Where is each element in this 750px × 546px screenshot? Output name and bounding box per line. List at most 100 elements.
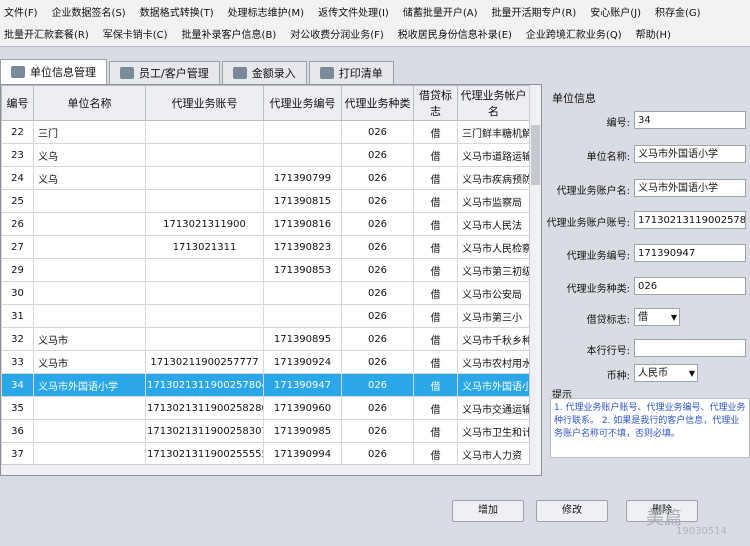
table-cell: 36 — [1, 419, 34, 443]
debit-credit-select[interactable]: 借 ▼ — [634, 308, 680, 326]
table-row[interactable]: 37 1713021311900255555 171390994 026 借义马市人力资 — [1, 442, 530, 466]
menu-item[interactable]: 军保卡销卡(C) — [103, 26, 168, 41]
tab-unit-info[interactable]: 单位信息管理 — [0, 59, 107, 84]
business-code-input[interactable]: 171390947 — [634, 244, 746, 262]
table-cell — [145, 143, 264, 167]
field-label: 代理业务账户账号: — [546, 218, 630, 229]
scroll-thumb[interactable] — [531, 125, 540, 185]
menu-item[interactable]: 批量开活期专户(R) — [492, 4, 577, 19]
table-cell — [263, 143, 342, 167]
table-cell: 171390960 — [263, 396, 342, 420]
table-cell: 35 — [1, 396, 34, 420]
table-row[interactable]: 22 三门 026 借三门鲜丰糖机解 — [1, 120, 530, 144]
table-cell — [145, 281, 264, 305]
tab-amount[interactable]: 金额录入 — [221, 61, 307, 84]
table-row[interactable]: 32 义马市 171390895 026 借义马市千秋乡种 — [1, 327, 530, 351]
field-label: 本行行号: — [586, 346, 630, 357]
table-cell: 借 — [413, 396, 458, 420]
column-header[interactable]: 代理业务帐户名 — [457, 85, 530, 121]
table-row[interactable]: 33 义马市 17130211900257777 171390924 026 借义马市农村… — [1, 350, 530, 374]
bank-code-input[interactable] — [634, 339, 746, 357]
add-button[interactable]: 增加 — [452, 500, 524, 522]
table-cell: 026 — [341, 281, 414, 305]
unit-name-input[interactable]: 义马市外国语小学 — [634, 145, 746, 163]
column-header[interactable]: 借贷标志 — [413, 85, 458, 121]
table-row[interactable]: 35 1713021311900258280 171390960 026 借义马市交通运… — [1, 396, 530, 420]
menu-item[interactable]: 文件(F) — [4, 4, 38, 19]
column-header[interactable]: 代理业务编号 — [263, 85, 342, 121]
menu-item[interactable]: 帮助(H) — [636, 26, 671, 41]
table-cell: 义乌 — [33, 166, 146, 190]
business-type-input[interactable]: 026 — [634, 277, 746, 295]
column-header[interactable]: 代理业务种类 — [341, 85, 414, 121]
table-row[interactable]: 24义乌 171390799026借义马市疾病预防控 — [1, 166, 530, 190]
table-cell: 171390823 — [263, 235, 342, 259]
table-row[interactable]: 26 1713021311900 171390816 026 借义马市人民法 — [1, 212, 530, 236]
table-row[interactable]: 29 171390853 026 借义马市第三初级 — [1, 258, 530, 282]
horizontal-scrollbar[interactable] — [1, 464, 530, 475]
unit-table-panel: 编号 单位名称 代理业务账号 代理业务编号 代理业务种类 借贷标志 代理业务帐户… — [0, 84, 542, 476]
table-cell: 1713021311900258307 — [145, 419, 264, 443]
id-input[interactable]: 34 — [634, 111, 746, 129]
table-row[interactable]: 31 026 借义马市第三小 — [1, 304, 530, 328]
vertical-scrollbar[interactable] — [529, 85, 541, 475]
menu-item[interactable]: 储蓄批量开户(A) — [403, 4, 478, 19]
table-cell: 借 — [413, 258, 458, 282]
menu-item[interactable]: 企业跨境汇款业务(Q) — [526, 26, 622, 41]
table-cell — [33, 235, 146, 259]
menu-item[interactable]: 企业数据签名(S) — [52, 4, 126, 19]
table-cell: 借 — [413, 327, 458, 351]
table-row[interactable]: 36 1713021311900258307 171390985 026 借义马市卫生和… — [1, 419, 530, 443]
table-cell: 026 — [341, 189, 414, 213]
menu-item[interactable]: 安心账户(J) — [590, 4, 641, 19]
menu-item[interactable]: 批量补录客户信息(B) — [182, 26, 277, 41]
table-cell: 27 — [1, 235, 34, 259]
column-header[interactable]: 单位名称 — [33, 85, 146, 121]
tab-employee[interactable]: 员工/客户管理 — [109, 61, 220, 84]
table-cell: 借 — [413, 235, 458, 259]
menu-item[interactable]: 数据格式转换(T) — [140, 4, 214, 19]
table-cell — [33, 189, 146, 213]
menu-item[interactable]: 税收居民身份信息补录(E) — [398, 26, 512, 41]
chevron-down-icon: ▼ — [688, 369, 695, 378]
table-cell: 三门 — [33, 120, 146, 144]
table-cell — [145, 304, 264, 328]
table-row[interactable]: 27 1713021311 171390823 026 借义马市人民检察 — [1, 235, 530, 259]
menu-bar: 文件(F) 企业数据签名(S) 数据格式转换(T) 处理标志维护(M) 返传文件处理(I… — [0, 0, 750, 47]
currency-select[interactable]: 人民币 ▼ — [634, 364, 698, 382]
table-cell — [33, 419, 146, 443]
tab-print[interactable]: 打印清单 — [308, 61, 394, 84]
menu-item[interactable]: 批量开汇款套餐(R) — [4, 26, 89, 41]
table-cell: 34 — [1, 373, 34, 397]
tab-label: 员工/客户管理 — [139, 67, 209, 80]
table-cell: 026 — [341, 166, 414, 190]
column-header[interactable]: 编号 — [1, 85, 34, 121]
menu-item[interactable]: 返传文件处理(I) — [318, 4, 389, 19]
table-cell: 1713021311 — [145, 235, 264, 259]
table-row[interactable]: 23义乌 026借义马市道路运输管 — [1, 143, 530, 167]
table-cell: 171390924 — [263, 350, 342, 374]
table-header: 编号 单位名称 代理业务账号 代理业务编号 代理业务种类 借贷标志 代理业务帐户… — [1, 85, 530, 121]
tab-label: 单位信息管理 — [30, 66, 96, 79]
table-cell: 义马市交通运输 — [457, 396, 530, 420]
watermark-id: 19030514 — [676, 526, 727, 537]
table-cell: 义马市人民检察 — [457, 235, 530, 259]
column-header[interactable]: 代理业务账号 — [145, 85, 264, 121]
account-number-input[interactable]: 1713021311900257804 — [634, 211, 746, 229]
print-icon — [319, 67, 334, 79]
menu-item[interactable]: 积存金(G) — [655, 4, 701, 19]
table-cell: 义马市人力资 — [457, 442, 530, 466]
table-row[interactable]: 25 171390815 026 借义马市监察局 — [1, 189, 530, 213]
table-cell: 026 — [341, 327, 414, 351]
account-name-input[interactable]: 义马市外国语小学 — [634, 179, 746, 197]
table-cell: 借 — [413, 120, 458, 144]
table-cell: 026 — [341, 212, 414, 236]
table-cell: 026 — [341, 258, 414, 282]
table-cell: 义马市疾病预防控 — [457, 166, 530, 190]
modify-button[interactable]: 修改 — [536, 500, 608, 522]
menu-item[interactable]: 处理标志维护(M) — [228, 4, 304, 19]
tab-bar: 单位信息管理 员工/客户管理 金额录入 打印清单 — [0, 58, 396, 84]
table-row[interactable]: 34 义马市外国语小学 1713021311900257804 171390947 02… — [1, 373, 530, 397]
table-row[interactable]: 30 026 借义马市公安局 — [1, 281, 530, 305]
menu-item[interactable]: 对公收费分润业务(F) — [290, 26, 384, 41]
